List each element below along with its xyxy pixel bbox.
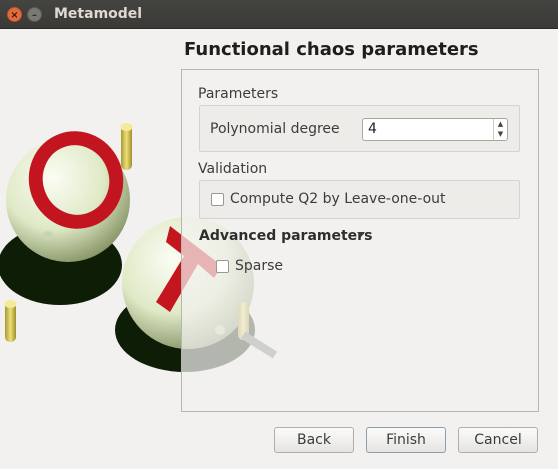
sparse-label[interactable]: Sparse: [235, 258, 283, 274]
cancel-button[interactable]: Cancel: [458, 427, 538, 453]
parameters-section-label: Parameters: [198, 86, 279, 102]
leave-one-out-label[interactable]: Compute Q2 by Leave-one-out: [230, 191, 446, 207]
polynomial-degree-value[interactable]: 4: [368, 121, 377, 137]
back-button[interactable]: Back: [274, 427, 354, 453]
polynomial-degree-label: Polynomial degree: [210, 121, 340, 137]
spin-up-icon[interactable]: ▲: [494, 119, 507, 129]
close-icon[interactable]: ×: [7, 7, 22, 22]
advanced-parameters-toggle[interactable]: Advanced parameters: [199, 228, 372, 244]
spinbox-arrows[interactable]: ▲ ▼: [493, 119, 507, 140]
window-titlebar[interactable]: × – Metamodel: [0, 0, 558, 29]
spin-down-icon[interactable]: ▼: [494, 129, 507, 139]
window-title: Metamodel: [54, 6, 143, 22]
validation-section-label: Validation: [198, 161, 268, 177]
finish-button[interactable]: Finish: [366, 427, 446, 453]
polynomial-degree-spinbox[interactable]: 4 ▲ ▼: [362, 118, 508, 141]
minimize-icon[interactable]: –: [27, 7, 42, 22]
disclosure-arrow-icon[interactable]: [357, 232, 365, 237]
leave-one-out-checkbox[interactable]: [211, 193, 224, 206]
sparse-checkbox[interactable]: [216, 260, 229, 273]
wizard-page-title: Functional chaos parameters: [184, 39, 479, 60]
